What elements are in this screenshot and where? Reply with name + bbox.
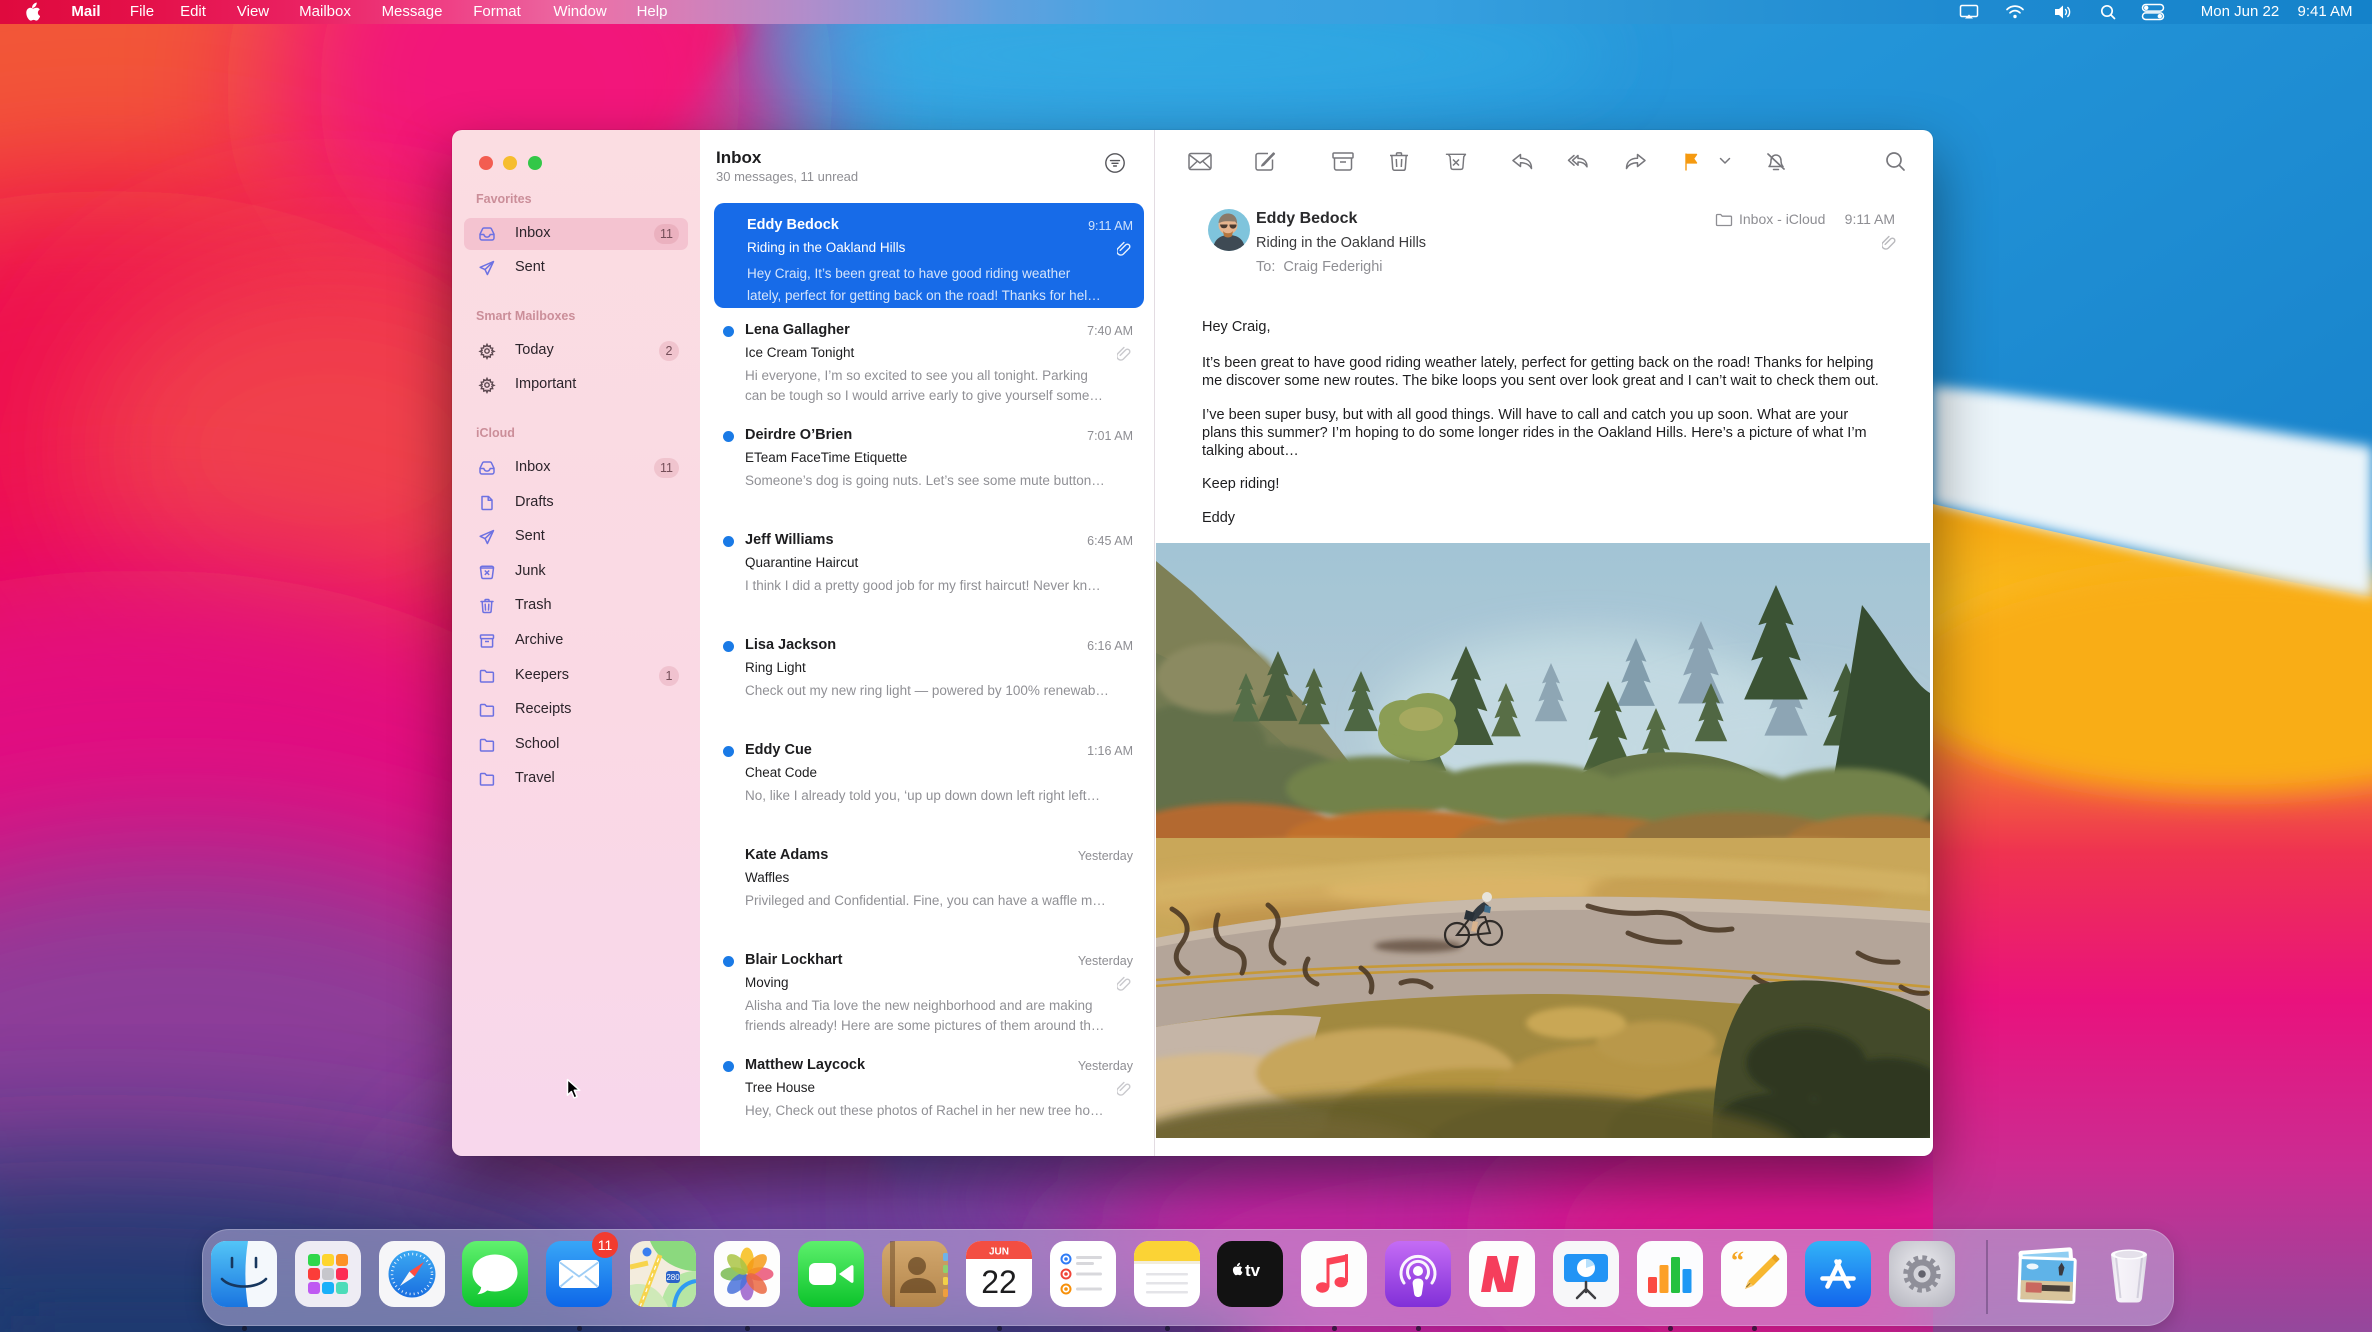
svg-text:22: 22 [981,1264,1017,1300]
svg-text:“: “ [1731,1246,1744,1275]
svg-text:280: 280 [666,1273,680,1282]
svg-text:JUN: JUN [989,1247,1009,1258]
svg-text:tv: tv [1245,1261,1261,1280]
